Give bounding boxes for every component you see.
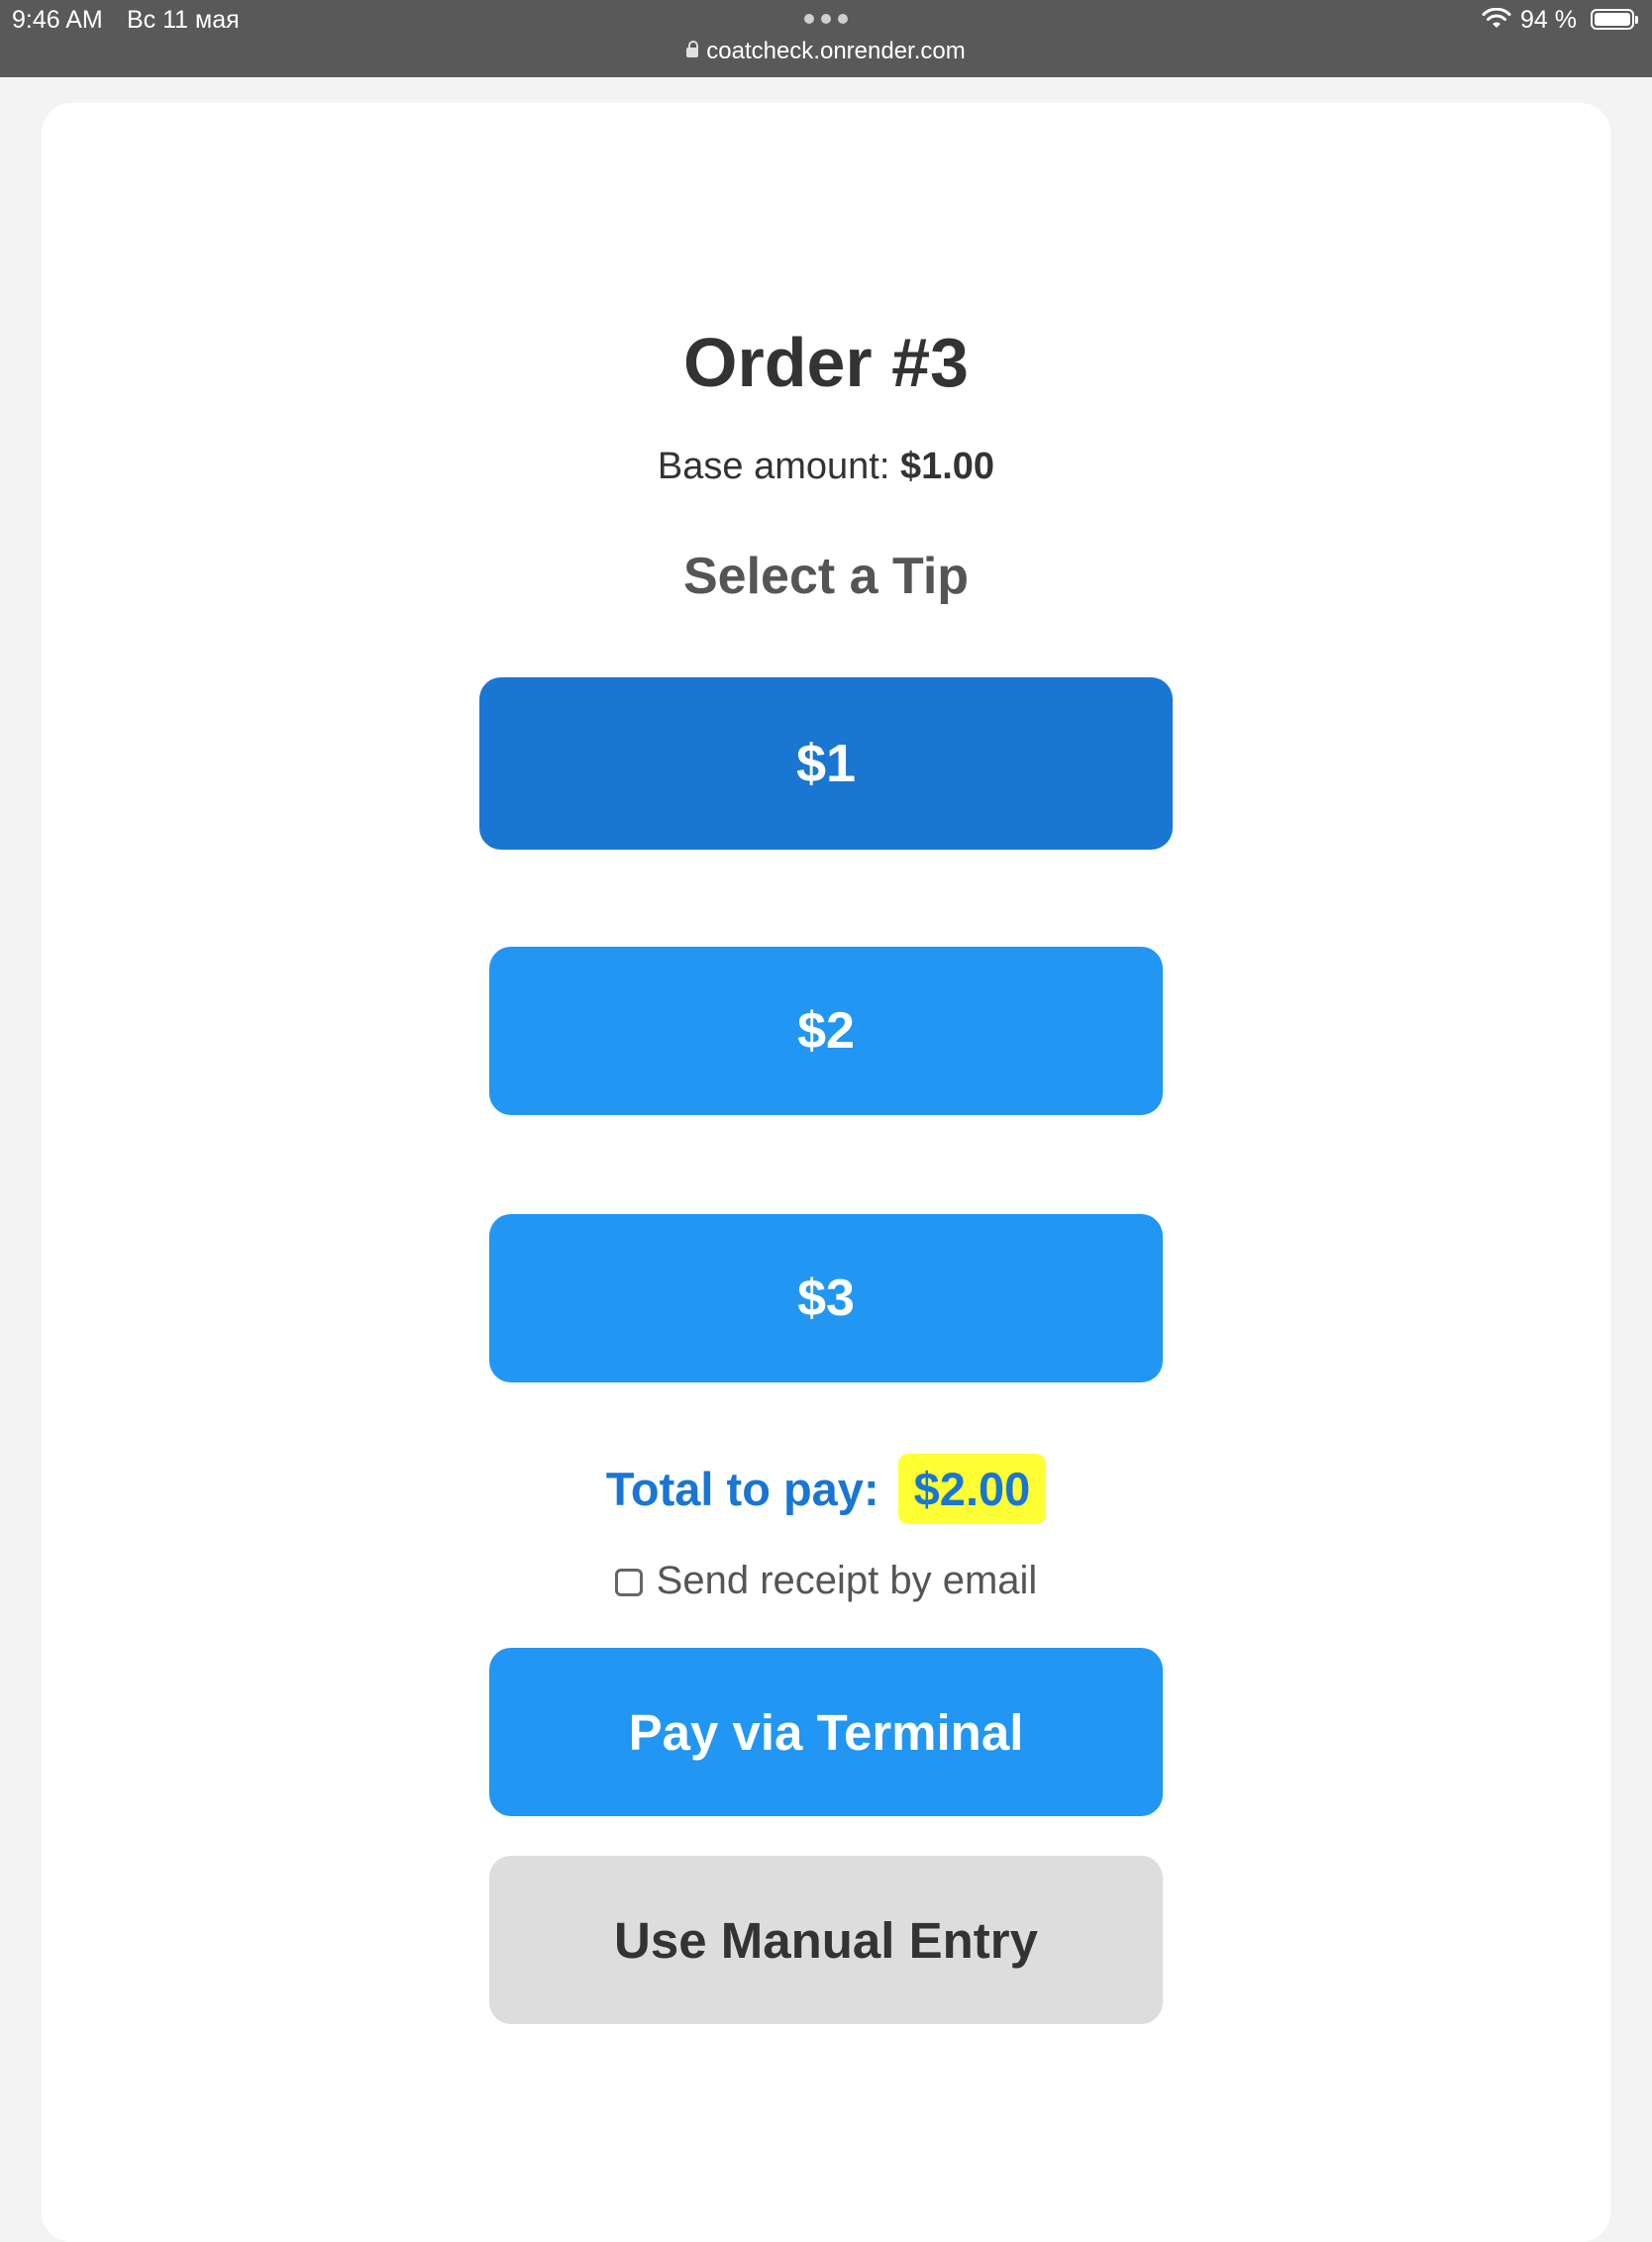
tip-button-2[interactable]: $2 <box>489 947 1163 1115</box>
base-amount: Base amount: $1.00 <box>42 446 1610 488</box>
status-time: 9:46 AM <box>12 6 103 34</box>
base-amount-label: Base amount: <box>657 446 890 487</box>
tip-button-1[interactable]: $1 <box>479 677 1173 850</box>
status-date: Вс 11 мая <box>127 6 240 34</box>
address-bar[interactable]: coatcheck.onrender.com <box>0 38 1652 65</box>
email-receipt-label: Send receipt by email <box>656 1559 1038 1602</box>
order-title: Order #3 <box>683 324 969 401</box>
manual-entry-button[interactable]: Use Manual Entry <box>489 1856 1163 2024</box>
url-text: coatcheck.onrender.com <box>706 38 966 64</box>
more-dots-icon[interactable] <box>804 14 848 24</box>
tip-button-3[interactable]: $3 <box>489 1214 1163 1382</box>
email-receipt-checkbox[interactable] <box>614 1569 643 1596</box>
battery-percent: 94 % <box>1520 6 1577 34</box>
tip-heading: Select a Tip <box>682 548 970 605</box>
wifi-icon <box>1482 8 1511 28</box>
total-to-pay: Total to pay: $2.00 <box>42 1454 1610 1524</box>
payment-card: Order #3 Base amount: $1.00 Select a Tip… <box>42 103 1610 2242</box>
battery-icon <box>1591 9 1638 30</box>
total-value: $2.00 <box>897 1454 1047 1524</box>
lock-icon <box>686 41 699 57</box>
total-label: Total to pay: <box>605 1463 879 1515</box>
email-receipt-option[interactable]: Send receipt by email <box>42 1559 1610 1603</box>
status-bar: 9:46 AM Вс 11 мая coatcheck.onrender.com… <box>0 0 1652 77</box>
base-amount-value: $1.00 <box>899 446 995 487</box>
pay-via-terminal-button[interactable]: Pay via Terminal <box>489 1648 1163 1816</box>
